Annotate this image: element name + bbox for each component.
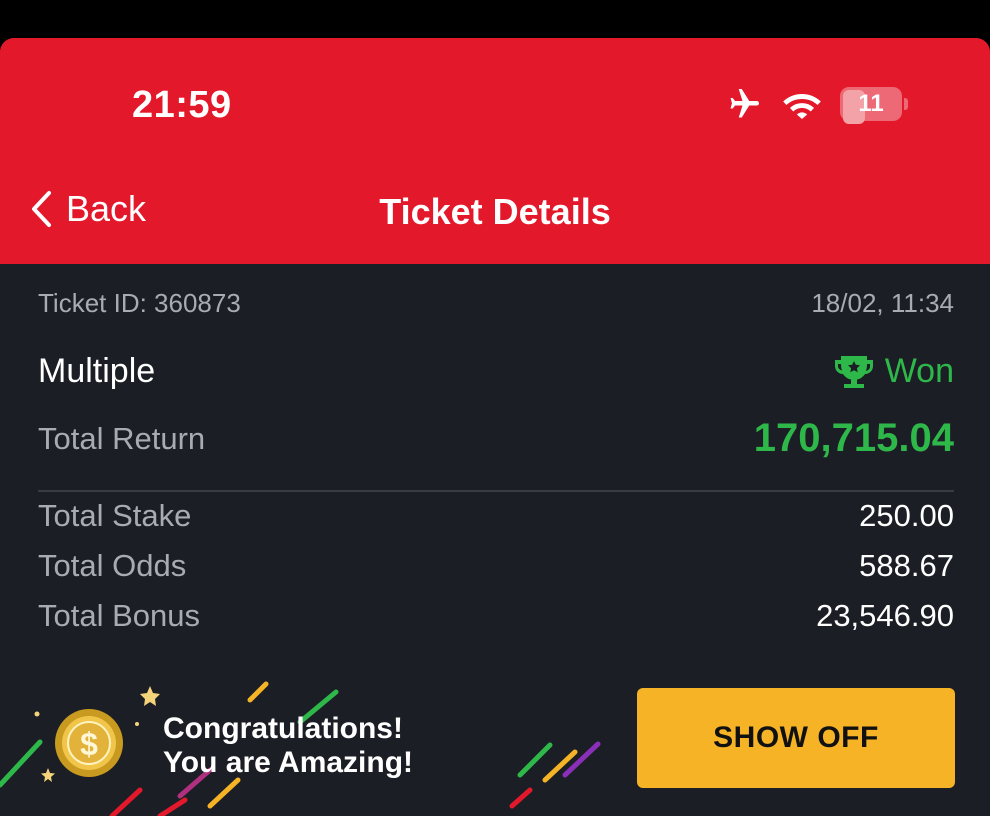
ticket-type-row: Multiple Won bbox=[38, 352, 954, 391]
chevron-left-icon bbox=[32, 191, 51, 227]
total-return-label: Total Return bbox=[38, 420, 206, 456]
congrats-line2: You are Amazing! bbox=[163, 746, 414, 779]
total-stake-row: Total Stake 250.00 bbox=[38, 498, 954, 534]
total-odds-value: 588.67 bbox=[859, 548, 954, 583]
ticket-meta-row: Ticket ID: 360873 18/02, 11:34 bbox=[38, 288, 954, 319]
back-button[interactable]: Back bbox=[30, 188, 146, 230]
wifi-icon bbox=[783, 94, 821, 119]
total-stake-label: Total Stake bbox=[38, 498, 192, 533]
airplane-icon bbox=[730, 89, 759, 118]
total-odds-label: Total Odds bbox=[38, 548, 187, 583]
top-black-bar bbox=[0, 0, 990, 40]
total-bonus-row: Total Bonus 23,546.90 bbox=[38, 598, 954, 634]
status-icons: 11 bbox=[724, 86, 908, 124]
page-title: Ticket Details bbox=[379, 191, 611, 232]
total-stake-value: 250.00 bbox=[859, 498, 954, 533]
ticket-type: Multiple bbox=[38, 352, 156, 390]
ticket-datetime: 18/02, 11:34 bbox=[811, 288, 954, 318]
congrats-line1: Congratulations! bbox=[163, 712, 403, 745]
status-badge: Won bbox=[833, 352, 954, 391]
congrats-message: Congratulations! You are Amazing! bbox=[163, 712, 413, 780]
total-bonus-value: 23,546.90 bbox=[816, 598, 954, 633]
show-off-button[interactable]: SHOW OFF bbox=[637, 688, 955, 788]
ticket-id: Ticket ID: 360873 bbox=[38, 288, 241, 318]
total-return-value: 170,715.04 bbox=[753, 416, 954, 460]
app-header: 21:59 11 Ticket Details Back bbox=[0, 38, 990, 264]
divider bbox=[38, 490, 954, 492]
total-odds-row: Total Odds 588.67 bbox=[38, 548, 954, 584]
status-label: Won bbox=[884, 352, 954, 390]
total-return-row: Total Return 170,715.04 bbox=[38, 416, 954, 461]
battery-tip bbox=[904, 98, 908, 110]
battery-icon: 11 bbox=[840, 87, 908, 124]
trophy-icon bbox=[834, 355, 873, 388]
coin-icon: $ bbox=[55, 709, 123, 777]
back-label: Back bbox=[66, 188, 147, 229]
total-bonus-label: Total Bonus bbox=[38, 598, 200, 633]
svg-text:$: $ bbox=[80, 726, 98, 762]
battery-level: 11 bbox=[858, 90, 884, 117]
status-time: 21:59 bbox=[132, 84, 232, 126]
